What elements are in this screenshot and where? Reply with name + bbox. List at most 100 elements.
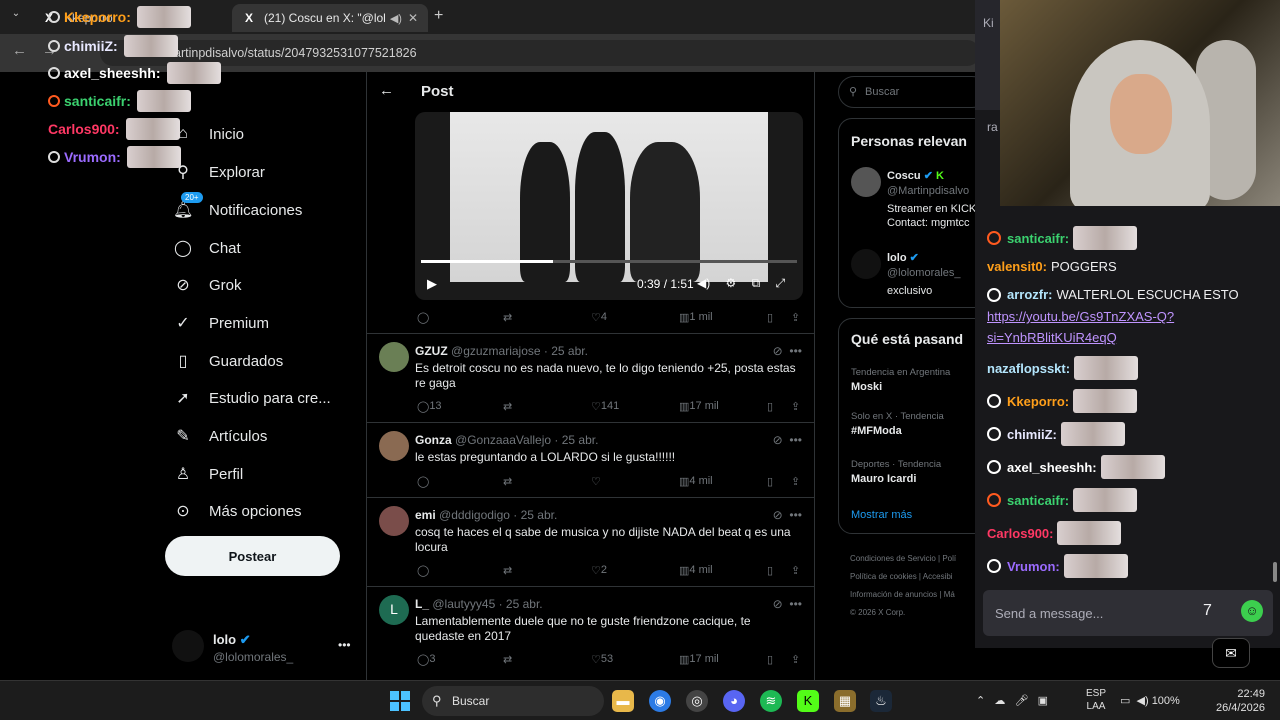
like-icon[interactable]: ♡ 53 xyxy=(591,653,613,666)
reply-item[interactable]: L L_ @lautyyy45 · 25 abr. ⊘ ••• Lamentab… xyxy=(367,587,814,677)
views-icon[interactable]: ▥ 17 mil xyxy=(679,400,719,413)
spotify-icon[interactable]: ≋ xyxy=(760,690,782,712)
trend-item[interactable]: #MFModa xyxy=(851,425,902,437)
reply-icon[interactable]: ◯ 3 xyxy=(417,653,435,666)
chat-input[interactable]: Send a message... 7 ☺ xyxy=(983,590,1273,636)
windows-start-icon[interactable] xyxy=(390,691,410,711)
reply-icon[interactable]: ◯ xyxy=(417,475,429,488)
emote-picker-icon[interactable]: ☺ xyxy=(1241,600,1263,622)
discord-icon[interactable]: ◕ xyxy=(723,690,745,712)
grok-icon[interactable]: ⊘ ••• xyxy=(773,597,802,611)
bookmark-icon[interactable]: ▯ xyxy=(767,475,773,488)
sidebar-item-estudio[interactable]: ➚ Estudio para cre... xyxy=(173,380,330,416)
reply-icon[interactable]: ◯ xyxy=(417,311,429,324)
system-tray[interactable]: ▭ ◀) 100% xyxy=(1120,694,1180,707)
sidebar-item-mas-opciones[interactable]: ⊙ Más opciones xyxy=(173,493,301,529)
clock[interactable]: 22:49 26/4/2026 xyxy=(1216,687,1265,715)
back-arrow-icon[interactable]: ← xyxy=(379,82,394,99)
repost-icon[interactable]: ⇄ xyxy=(503,475,512,488)
views-icon[interactable]: ▥ 4 mil xyxy=(679,475,713,488)
chat-message: santicaifr: xyxy=(987,226,1138,250)
chat-link[interactable]: https://youtu.be/Gs9TnZXAS-Q? xyxy=(987,309,1174,324)
footer-link[interactable]: Política de cookies | Accesibi xyxy=(850,568,956,586)
share-icon[interactable]: ⇪ xyxy=(791,564,800,577)
view-count: 1 mil xyxy=(689,311,713,323)
trend-item[interactable]: Mauro Icardi xyxy=(851,473,916,485)
reply-icon[interactable]: ◯ 13 xyxy=(417,400,442,413)
play-icon[interactable]: ▶ xyxy=(427,276,437,292)
sidebar-item-explorar[interactable]: ⚲ Explorar xyxy=(173,154,265,190)
messages-icon[interactable]: ✉ xyxy=(1212,638,1250,668)
person-name[interactable]: lolo ✔ xyxy=(887,251,919,264)
search-input[interactable]: ⚲ Buscar xyxy=(838,76,988,108)
chat-message: Kkeporro: xyxy=(987,389,1138,413)
more-icon[interactable]: ••• xyxy=(338,638,351,652)
reply-item[interactable]: GZUZ @gzuzmariajose · 25 abr. ⊘ ••• Es d… xyxy=(367,334,814,422)
reply-item[interactable]: emi @dddigodigo · 25 abr. ⊘ ••• cosq te … xyxy=(367,498,814,586)
account-switcher[interactable]: lolo ✔ @lolomorales_ ••• xyxy=(172,624,352,668)
chat-scrollbar[interactable] xyxy=(1273,562,1277,582)
person-name[interactable]: Coscu ✔ K xyxy=(887,169,944,182)
game-icon[interactable]: ▦ xyxy=(834,690,856,712)
language-indicator[interactable]: ESP LAA xyxy=(1086,687,1106,713)
kick-icon[interactable]: K xyxy=(797,690,819,712)
video-player[interactable]: ▶ 0:39 / 1:51 ◀) ⚙ ⧉ ⤢ xyxy=(415,112,803,300)
close-tab-icon[interactable]: ✕ xyxy=(408,11,418,25)
views-icon[interactable]: ▥ 17 mil xyxy=(679,653,719,666)
grok-icon[interactable]: ⊘ ••• xyxy=(773,508,802,522)
reply-icon[interactable]: ◯ xyxy=(417,564,429,577)
sidebar-item-perfil[interactable]: ♙ Perfil xyxy=(173,456,243,492)
taskbar-search[interactable]: ⚲ Buscar xyxy=(422,686,604,716)
tray-icons[interactable]: ⌃ ☁ 🎤︎ ▣ xyxy=(976,694,1048,707)
search-icon: ⚲ xyxy=(432,693,442,708)
tab-search-icon[interactable]: ⌄ xyxy=(6,8,26,26)
footer-link[interactable]: Condiciones de Servicio | Polí xyxy=(850,550,956,568)
share-icon[interactable]: ⇪ xyxy=(791,400,800,413)
grok-icon[interactable]: ⊘ ••• xyxy=(773,433,802,447)
bookmark-icon[interactable]: ▯ xyxy=(767,564,773,577)
sidebar-item-chat[interactable]: ◯ Chat xyxy=(173,230,241,266)
reply-actions: ◯ ⇄ ♡ ▥ 4 mil ▯ ⇪ xyxy=(415,475,807,493)
repost-icon[interactable]: ⇄ xyxy=(503,564,512,577)
sidebar-item-notificaciones[interactable]: 🔔︎ Notificaciones 20+ xyxy=(173,192,302,228)
repost-icon[interactable]: ⇄ xyxy=(503,311,512,324)
obs-icon[interactable]: ◎ xyxy=(686,690,708,712)
share-icon[interactable]: ⇪ xyxy=(791,311,800,324)
like-icon[interactable]: ♡ xyxy=(591,475,601,488)
post-button[interactable]: Postear xyxy=(165,536,340,576)
views-icon[interactable]: ▥ 4 mil xyxy=(679,564,713,577)
trend-item[interactable]: Moski xyxy=(851,381,882,393)
sidebar-item-articulos[interactable]: ✎ Artículos xyxy=(173,418,267,454)
like-icon[interactable]: ♡ 141 xyxy=(591,400,619,413)
seventv-icon[interactable]: 7 xyxy=(1203,602,1212,620)
bookmark-icon[interactable]: ▯ xyxy=(767,311,773,324)
like-icon[interactable]: ♡ 4 xyxy=(591,311,607,324)
tab-coscu[interactable]: X (21) Coscu en X: "@lolomo ◀) ✕ xyxy=(232,4,428,32)
sidebar-item-premium[interactable]: ✓ Premium xyxy=(173,305,269,341)
steam-icon[interactable]: ♨ xyxy=(870,690,892,712)
repost-icon[interactable]: ⇄ xyxy=(503,400,512,413)
url-field[interactable]: artinpdisalvo/status/2047932531077521826 xyxy=(100,40,980,66)
grok-icon[interactable]: ⊘ ••• xyxy=(773,344,802,358)
show-more-link[interactable]: Mostrar más xyxy=(851,509,912,521)
file-explorer-icon[interactable]: ▬ xyxy=(612,690,634,712)
views-icon[interactable]: ▥ 1 mil xyxy=(679,311,713,324)
bookmark-icon[interactable]: ▯ xyxy=(767,400,773,413)
bookmark-icon[interactable]: ▯ xyxy=(767,653,773,666)
sidebar-item-grok[interactable]: ⊘ Grok xyxy=(173,267,241,303)
video-progress[interactable] xyxy=(421,260,797,263)
repost-icon[interactable]: ⇄ xyxy=(503,653,512,666)
chrome-icon[interactable]: ◉ xyxy=(649,690,671,712)
sidebar-item-inicio[interactable]: ⌂ Inicio xyxy=(173,116,244,152)
back-icon[interactable]: ← xyxy=(12,42,27,59)
share-icon[interactable]: ⇪ xyxy=(791,653,800,666)
share-icon[interactable]: ⇪ xyxy=(791,475,800,488)
speaker-icon[interactable]: ◀) xyxy=(390,12,402,25)
reply-item[interactable]: Gonza @GonzaaaVallejo · 25 abr. ⊘ ••• le… xyxy=(367,423,814,497)
like-icon[interactable]: ♡ 2 xyxy=(591,564,607,577)
chat-link[interactable]: si=YnbRBlitKUiR4eqQ xyxy=(987,330,1117,345)
new-tab-button[interactable]: + xyxy=(434,7,443,25)
footer-link[interactable]: Información de anuncios | Má xyxy=(850,586,956,604)
video-controls[interactable]: ◀) ⚙ ⧉ ⤢ xyxy=(697,276,785,291)
sidebar-item-guardados[interactable]: ▯ Guardados xyxy=(173,343,284,379)
